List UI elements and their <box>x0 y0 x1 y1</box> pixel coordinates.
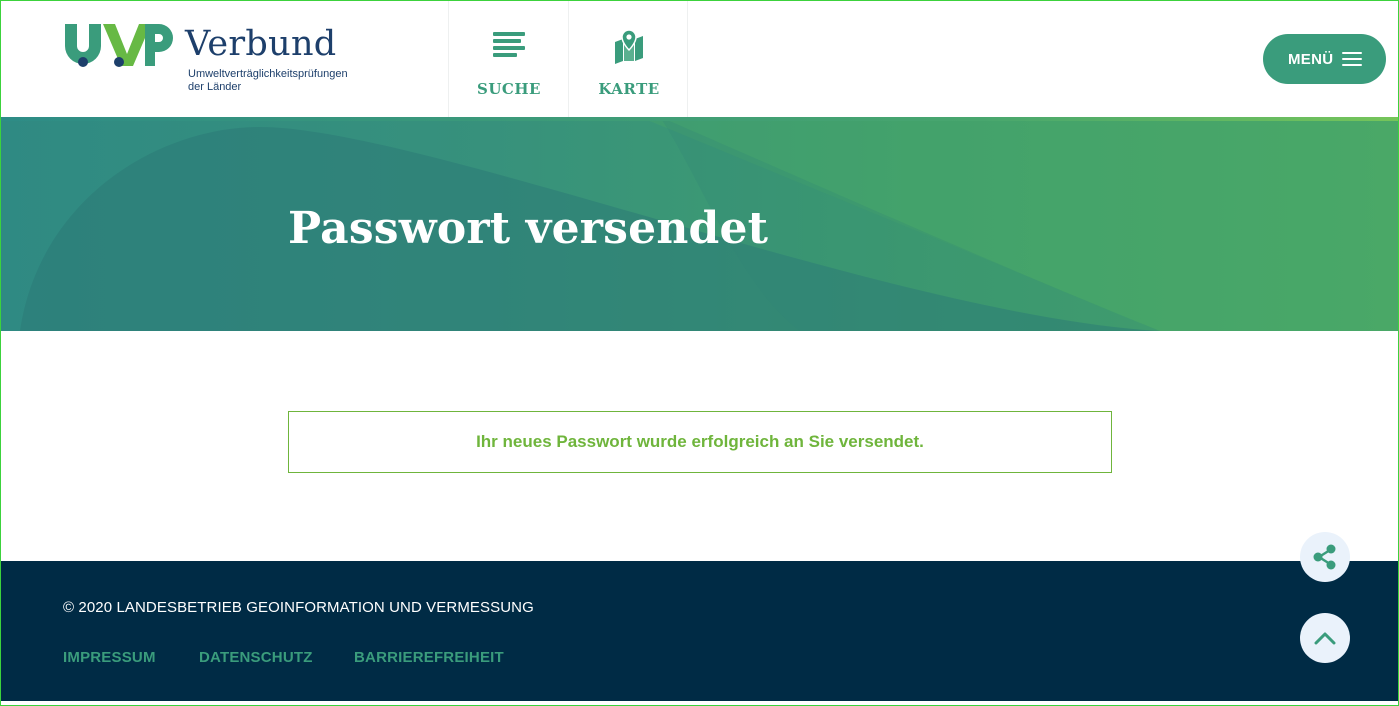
site-header: Verbund Umweltverträglichkeitsprüfungen … <box>0 0 1399 117</box>
menu-label: MENÜ <box>1288 51 1334 68</box>
uvp-verbund-logo[interactable]: Verbund Umweltverträglichkeitsprüfungen … <box>63 22 363 102</box>
map-pin-icon <box>615 29 643 64</box>
menu-button[interactable]: MENÜ <box>1263 34 1386 84</box>
success-message-text: Ihr neues Passwort wurde erfolgreich an … <box>476 432 924 451</box>
footer-copyright: © 2020 LANDESBETRIEB GEOINFORMATION UND … <box>63 599 534 616</box>
logo-subtitle: Umweltverträglichkeitsprüfungen der Länd… <box>188 68 348 93</box>
nav-karte[interactable]: KARTE <box>568 0 688 117</box>
footer-link-impressum[interactable]: IMPRESSUM <box>63 649 156 666</box>
hamburger-icon <box>1342 52 1362 66</box>
hero-accent-line <box>0 117 1399 121</box>
footer-link-barrierefreiheit[interactable]: BARRIEREFREIHEIT <box>354 649 504 666</box>
nav-karte-label: KARTE <box>598 80 660 98</box>
page-title: Passwort versendet <box>288 203 769 254</box>
scroll-to-top-button[interactable] <box>1300 613 1350 663</box>
nav-suche-label: SUCHE <box>477 80 541 98</box>
success-message-box: Ihr neues Passwort wurde erfolgreich an … <box>288 411 1112 473</box>
logo-wordmark: Verbund <box>185 24 337 64</box>
chevron-up-icon <box>1314 632 1336 645</box>
page-hero: Passwort versendet <box>0 117 1399 331</box>
uvp-logo-mark <box>65 24 173 67</box>
share-button[interactable] <box>1300 532 1350 582</box>
search-list-icon <box>493 32 525 57</box>
nav-suche[interactable]: SUCHE <box>448 0 568 117</box>
site-footer: © 2020 LANDESBETRIEB GEOINFORMATION UND … <box>0 561 1399 701</box>
share-icon <box>1313 544 1336 570</box>
footer-link-datenschutz[interactable]: DATENSCHUTZ <box>199 649 313 666</box>
